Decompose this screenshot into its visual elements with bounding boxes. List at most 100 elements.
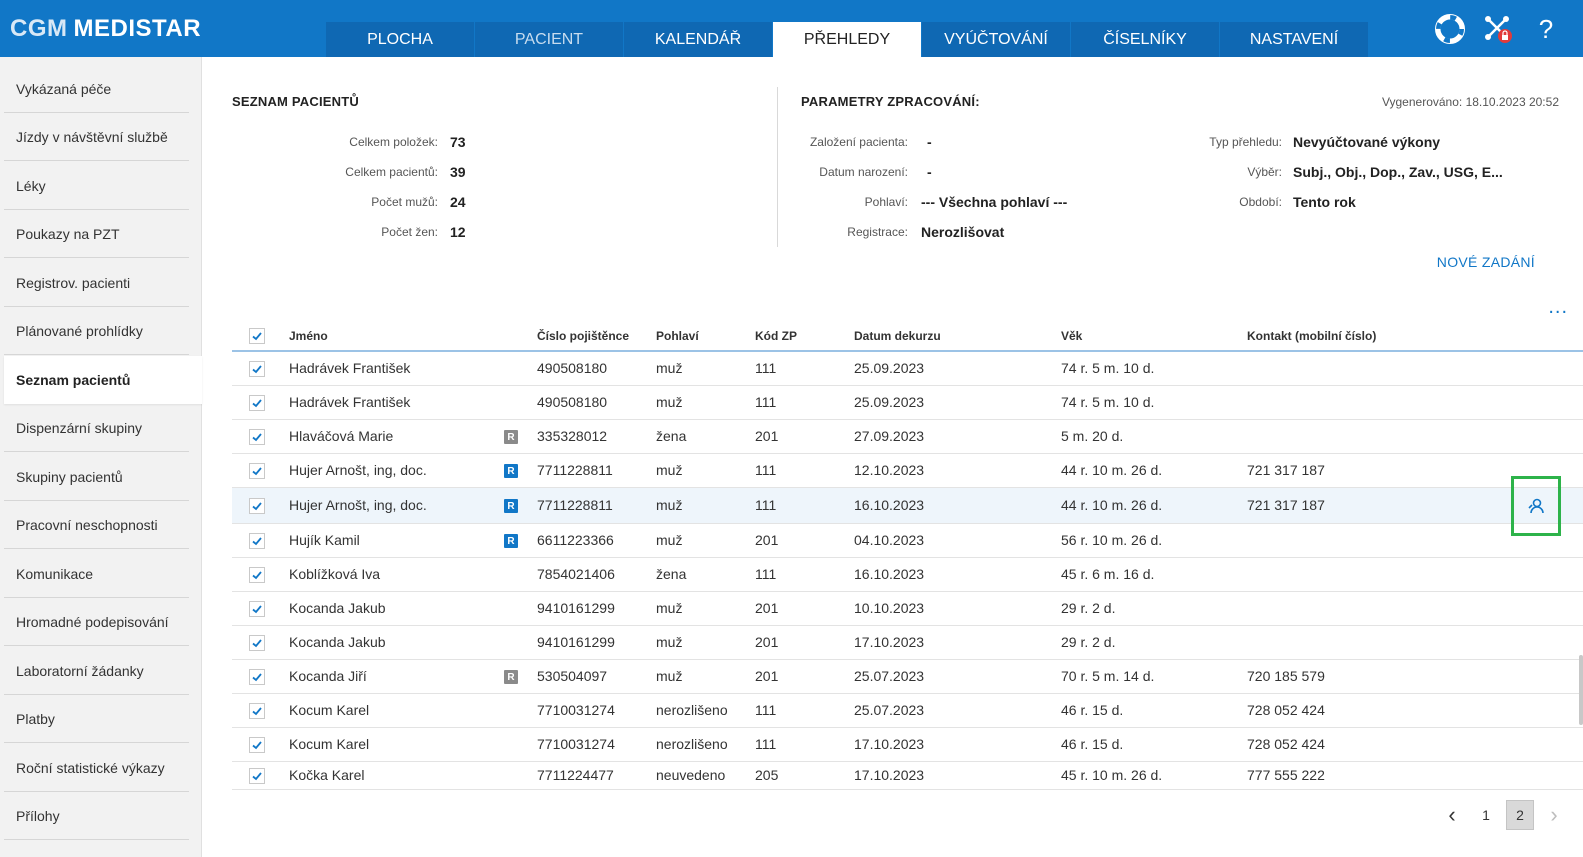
next-page-icon[interactable]: › (1540, 800, 1568, 830)
row-checkbox[interactable] (249, 361, 265, 377)
insurance-number: 530504097 (537, 668, 608, 684)
table-row[interactable]: Hlaváčová Marie 335328012 žena 201 27.09.202… (232, 420, 1583, 454)
check-icon (252, 673, 262, 682)
row-checkbox[interactable] (249, 601, 265, 617)
row-checkbox[interactable] (249, 669, 265, 685)
tab-ciselniky[interactable]: ČÍSELNÍKY (1071, 22, 1219, 57)
column-header-date[interactable]: Datum dekurzu (854, 329, 941, 343)
patient-age: 74 r. 5 m. 10 d. (1061, 360, 1155, 376)
insurer-code: 201 (755, 668, 779, 684)
insurance-number: 335328012 (537, 428, 608, 444)
sidebar-item-dispenzarni[interactable]: Dispenzární skupiny (4, 404, 189, 452)
page-button-2[interactable]: 2 (1506, 800, 1534, 830)
tab-prehledy[interactable]: PŘEHLEDY (773, 22, 921, 57)
page-button-1[interactable]: 1 (1472, 800, 1500, 830)
column-header-contact[interactable]: Kontakt (mobilní číslo) (1247, 329, 1376, 343)
sidebar-item-planovane[interactable]: Plánované prohlídky (4, 307, 189, 355)
sidebar-item-prilohy[interactable]: Přílohy (4, 792, 189, 840)
registration-badge: R (504, 464, 518, 478)
row-checkbox[interactable] (249, 395, 265, 411)
patient-sex: nerozlišeno (656, 736, 728, 752)
check-icon (252, 365, 262, 374)
insurer-code: 111 (755, 394, 777, 410)
check-icon (252, 707, 262, 716)
column-header-sex[interactable]: Pohlaví (656, 329, 699, 343)
sidebar-item-poukazy[interactable]: Poukazy na PZT (4, 210, 189, 258)
insurance-number: 7854021406 (537, 566, 615, 582)
row-checkbox[interactable] (249, 498, 265, 514)
more-options-button[interactable]: ... (1548, 296, 1568, 319)
row-checkbox[interactable] (249, 703, 265, 719)
header-icons: ? (1433, 12, 1563, 46)
table-row[interactable]: Hadrávek František 490508180 muž 111 25.09.2… (232, 352, 1583, 386)
table-row[interactable]: Kocum Karel 7710031274 nerozlišeno 111 17.10… (232, 728, 1583, 762)
sidebar-item-vykazana-pece[interactable]: Vykázaná péče (4, 65, 189, 113)
insurance-number: 7710031274 (537, 736, 615, 752)
prev-page-icon[interactable]: ‹ (1438, 800, 1466, 830)
patient-sex: žena (656, 428, 687, 444)
patient-name: Kocum Karel (289, 702, 370, 718)
sidebar-item-vykazy[interactable]: Roční statistické výkazy (4, 744, 189, 792)
params-title: PARAMETRY ZPRACOVÁNÍ: (801, 94, 980, 109)
table-row[interactable]: Hujík Kamil 6611223366 muž 201 04.10.2023 56 … (232, 524, 1583, 558)
sidebar-item-podepisovani[interactable]: Hromadné podepisování (4, 598, 189, 646)
disconnect-icon[interactable] (1481, 12, 1515, 46)
record-date: 04.10.2023 (854, 532, 925, 548)
select-all-checkbox[interactable] (249, 328, 265, 344)
new-entry-link[interactable]: NOVÉ ZADÁNÍ (1437, 254, 1535, 270)
lifebuoy-icon[interactable] (1433, 12, 1467, 46)
table-row[interactable]: Kocanda Jakub 9410161299 muž 201 10.10.2023 2… (232, 592, 1583, 626)
param-label: Datum narození: (819, 165, 908, 179)
sidebar-item-seznam-pacientu[interactable]: Seznam pacientů (4, 356, 202, 404)
check-icon (252, 467, 262, 476)
insurer-code: 111 (755, 736, 777, 752)
column-header-insurance[interactable]: Číslo pojištěnce (537, 329, 629, 343)
table-row[interactable]: Hadrávek František 490508180 muž 111 25.09.2… (232, 386, 1583, 420)
insurance-number: 7711228811 (537, 462, 613, 478)
sidebar-item-platby[interactable]: Platby (4, 695, 189, 743)
table-row[interactable]: Kocum Karel 7710031274 nerozlišeno 111 25.07… (232, 694, 1583, 728)
row-checkbox[interactable] (249, 567, 265, 583)
row-checkbox[interactable] (249, 533, 265, 549)
row-checkbox[interactable] (249, 737, 265, 753)
tab-kalendar[interactable]: KALENDÁŘ (624, 22, 772, 57)
row-checkbox[interactable] (249, 463, 265, 479)
patient-sex: žena (656, 566, 687, 582)
sidebar-item-zadanky[interactable]: Laboratorní žádanky (4, 647, 189, 695)
insurer-code: 205 (755, 767, 779, 783)
sidebar-item-neschopnosti[interactable]: Pracovní neschopnosti (4, 501, 189, 549)
tab-pacient[interactable]: PACIENT (475, 22, 623, 57)
row-checkbox[interactable] (249, 429, 265, 445)
column-header-insurer[interactable]: Kód ZP (755, 329, 797, 343)
tab-vyuctovani[interactable]: VYÚČTOVÁNÍ (922, 22, 1070, 57)
sidebar-item-leky[interactable]: Léky (4, 162, 189, 210)
column-header-age[interactable]: Věk (1061, 329, 1082, 343)
summary-label: Počet mužů: (371, 195, 438, 209)
sidebar-item-komunikace[interactable]: Komunikace (4, 550, 189, 598)
tab-plocha[interactable]: PLOCHA (326, 22, 474, 57)
contact-phone: 721 317 187 (1247, 497, 1325, 513)
table-row[interactable]: Kočka Karel 7711224477 neuvedeno 205 17.10.2… (232, 762, 1583, 790)
table-row[interactable]: Koblížková Iva 7854021406 žena 111 16.10.202… (232, 558, 1583, 592)
table-row[interactable]: Kocanda Jakub 9410161299 muž 201 17.10.2023 2… (232, 626, 1583, 660)
main-nav-tabs: PLOCHA PACIENT KALENDÁŘ PŘEHLEDY VYÚČTOV… (326, 22, 1369, 57)
row-checkbox[interactable] (249, 635, 265, 651)
table-row[interactable]: Kocanda Jiří 530504097 muž 201 25.07.2023 70 … (232, 660, 1583, 694)
patient-name: Hlaváčová Marie (289, 428, 394, 444)
sidebar-item-registrov[interactable]: Registrov. pacienti (4, 259, 189, 307)
row-checkbox[interactable] (249, 768, 265, 784)
insurer-code: 111 (755, 702, 777, 718)
param-label: Období: (1239, 195, 1282, 209)
tab-nastaveni[interactable]: NASTAVENÍ (1220, 22, 1368, 57)
help-icon[interactable]: ? (1529, 12, 1563, 46)
table-row[interactable]: Hujer Arnošt, ing, doc. 7711228811 muž 111 1… (232, 476, 1583, 536)
patient-name: Hujík Kamil (289, 532, 360, 548)
record-date: 10.10.2023 (854, 600, 925, 616)
param-label: Založení pacienta: (809, 135, 908, 149)
sidebar-item-skupiny[interactable]: Skupiny pacientů (4, 453, 189, 501)
column-header-name[interactable]: Jméno (289, 329, 328, 343)
logo-prefix: CGM (10, 15, 68, 42)
scrollbar-thumb[interactable] (1579, 655, 1583, 725)
table-row[interactable]: Hujer Arnošt, ing, doc. 7711228811 muž 111 1… (232, 454, 1583, 488)
sidebar-item-jizdy[interactable]: Jízdy v návštěvní službě (4, 113, 189, 161)
